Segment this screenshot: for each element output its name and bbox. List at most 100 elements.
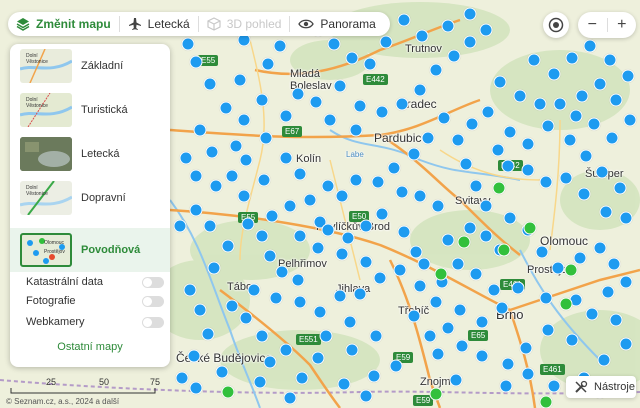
gauge-marker-normal[interactable] [359, 219, 373, 233]
gauge-marker-normal[interactable] [583, 39, 597, 53]
gauge-marker-normal[interactable] [241, 217, 255, 231]
gauge-marker-normal[interactable] [547, 379, 561, 393]
gauge-marker-normal[interactable] [313, 305, 327, 319]
gauge-marker-normal[interactable] [375, 105, 389, 119]
panorama-button[interactable]: Panorama [290, 12, 383, 36]
gauge-marker-normal[interactable] [599, 205, 613, 219]
gauge-marker-normal[interactable] [463, 221, 477, 235]
gauge-marker-normal[interactable] [441, 233, 455, 247]
gauge-marker-normal[interactable] [229, 139, 243, 153]
gauge-marker-normal[interactable] [451, 257, 465, 271]
gauge-marker-normal[interactable] [203, 219, 217, 233]
gauge-marker-normal[interactable] [291, 87, 305, 101]
gauge-marker-normal[interactable] [397, 13, 411, 27]
gauge-marker-normal[interactable] [623, 113, 637, 127]
gauge-marker-normal[interactable] [333, 79, 347, 93]
gauge-marker-normal[interactable] [237, 189, 251, 203]
gauge-marker-normal[interactable] [393, 263, 407, 277]
gauge-marker-normal[interactable] [479, 229, 493, 243]
gauge-marker-normal[interactable] [319, 329, 333, 343]
gauge-marker-normal[interactable] [237, 113, 251, 127]
locate-me-button[interactable] [543, 12, 569, 38]
gauge-marker-normal[interactable] [431, 347, 445, 361]
gauge-marker-normal[interactable] [503, 211, 517, 225]
gauge-marker-alert[interactable] [457, 235, 471, 249]
gauge-marker-normal[interactable] [311, 241, 325, 255]
gauge-marker-normal[interactable] [619, 275, 633, 289]
gauge-marker-normal[interactable] [175, 371, 189, 385]
gauge-marker-normal[interactable] [279, 151, 293, 165]
gauge-marker-normal[interactable] [475, 349, 489, 363]
toggle-photos[interactable]: Fotografie [26, 292, 170, 310]
gauge-marker-normal[interactable] [613, 181, 627, 195]
gauge-marker-normal[interactable] [447, 49, 461, 63]
gauge-marker-normal[interactable] [469, 179, 483, 193]
gauge-marker-normal[interactable] [565, 333, 579, 347]
gauge-marker-normal[interactable] [261, 57, 275, 71]
gauge-marker-normal[interactable] [475, 315, 489, 329]
gauge-marker-normal[interactable] [395, 97, 409, 111]
gauge-marker-normal[interactable] [359, 255, 373, 269]
gauge-marker-normal[interactable] [481, 105, 495, 119]
gauge-marker-normal[interactable] [573, 251, 587, 265]
gauge-marker-normal[interactable] [421, 131, 435, 145]
change-map-button[interactable]: Změnit mapu [8, 12, 119, 36]
gauge-marker-normal[interactable] [487, 283, 501, 297]
gauge-marker-normal[interactable] [577, 187, 591, 201]
gauge-marker-normal[interactable] [413, 189, 427, 203]
gauge-marker-normal[interactable] [513, 89, 527, 103]
gauge-marker-normal[interactable] [279, 343, 293, 357]
gauge-marker-normal[interactable] [491, 143, 505, 157]
gauge-marker-normal[interactable] [293, 229, 307, 243]
gauge-marker-normal[interactable] [551, 261, 565, 275]
gauge-marker-normal[interactable] [441, 19, 455, 33]
gauge-marker-normal[interactable] [259, 131, 273, 145]
gauge-marker-normal[interactable] [207, 261, 221, 275]
gauge-marker-normal[interactable] [193, 303, 207, 317]
gauge-marker-alert[interactable] [492, 181, 506, 195]
gauge-marker-normal[interactable] [293, 295, 307, 309]
gauge-marker-normal[interactable] [521, 367, 535, 381]
aerial-button[interactable]: Letecká [120, 12, 198, 36]
gauge-marker-normal[interactable] [353, 287, 367, 301]
gauge-marker-normal[interactable] [201, 327, 215, 341]
gauge-marker-normal[interactable] [547, 67, 561, 81]
layer-traffic[interactable]: Dolní Věstonice Dopravní [10, 176, 170, 220]
gauge-marker-normal[interactable] [449, 373, 463, 387]
gauge-marker-normal[interactable] [209, 179, 223, 193]
gauge-marker-normal[interactable] [621, 69, 635, 83]
gauge-marker-normal[interactable] [253, 375, 267, 389]
gauge-marker-normal[interactable] [541, 323, 555, 337]
gauge-marker-normal[interactable] [379, 35, 393, 49]
gauge-marker-normal[interactable] [321, 179, 335, 193]
gauge-marker-normal[interactable] [437, 111, 451, 125]
gauge-marker-alert[interactable] [564, 263, 578, 277]
gauge-marker-normal[interactable] [363, 57, 377, 71]
gauge-marker-normal[interactable] [183, 283, 197, 297]
gauge-marker-normal[interactable] [533, 97, 547, 111]
gauge-marker-normal[interactable] [593, 241, 607, 255]
layer-basic[interactable]: Dolní Věstonice Základní [10, 44, 170, 88]
gauge-marker-normal[interactable] [413, 279, 427, 293]
gauge-marker-normal[interactable] [407, 147, 421, 161]
toggle-switch[interactable] [142, 316, 164, 328]
gauge-marker-normal[interactable] [273, 39, 287, 53]
gauge-marker-normal[interactable] [335, 189, 349, 203]
gauge-marker-normal[interactable] [189, 381, 203, 395]
gauge-marker-normal[interactable] [607, 257, 621, 271]
gauge-marker-normal[interactable] [345, 343, 359, 357]
gauge-marker-normal[interactable] [283, 391, 297, 405]
gauge-marker-normal[interactable] [349, 173, 363, 187]
gauge-marker-normal[interactable] [189, 203, 203, 217]
gauge-marker-normal[interactable] [593, 77, 607, 91]
gauge-marker-normal[interactable] [527, 53, 541, 67]
gauge-marker-normal[interactable] [569, 109, 583, 123]
gauge-marker-normal[interactable] [343, 315, 357, 329]
gauge-marker-normal[interactable] [495, 301, 509, 315]
gauge-marker-alert[interactable] [429, 387, 443, 401]
gauge-marker-normal[interactable] [373, 271, 387, 285]
gauge-marker-normal[interactable] [203, 77, 217, 91]
toggle-switch[interactable] [142, 295, 164, 307]
gauge-marker-normal[interactable] [479, 23, 493, 37]
gauge-marker-normal[interactable] [327, 37, 341, 51]
